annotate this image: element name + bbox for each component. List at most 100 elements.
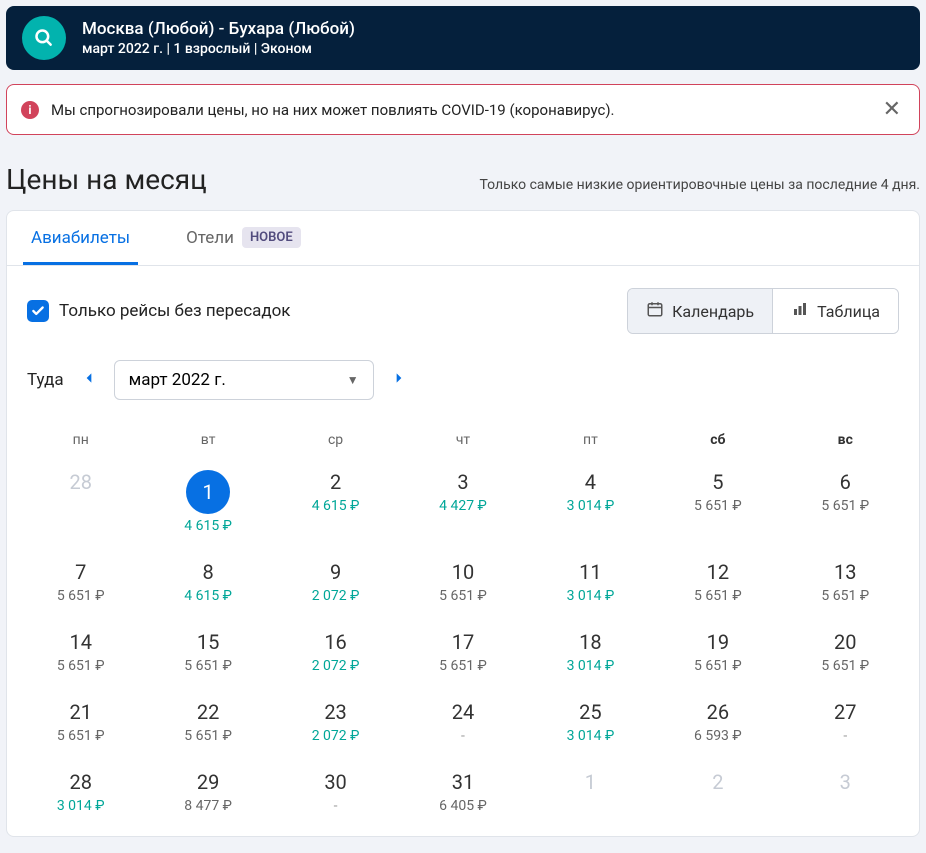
calendar-day-number: 2: [654, 770, 781, 794]
calendar-day-number: 11: [527, 560, 654, 584]
calendar-day-number: 18: [527, 630, 654, 654]
calendar-day-number: 29: [144, 770, 271, 794]
search-summary-header[interactable]: Москва (Любой) - Бухара (Любой) март 202…: [6, 6, 920, 70]
calendar-day-cell[interactable]: 14 615 ₽: [144, 458, 271, 548]
calendar-day-number: 3: [399, 470, 526, 494]
calendar-day-price: 5 651 ₽: [17, 588, 144, 604]
calendar-day-number: 4: [527, 470, 654, 494]
view-calendar-button[interactable]: Календарь: [628, 289, 773, 333]
next-month-button[interactable]: [388, 367, 410, 393]
calendar-day-number: 1: [186, 470, 230, 514]
direction-label: Туда: [27, 370, 64, 390]
calendar-day-price: -: [272, 798, 399, 814]
calendar-day-cell[interactable]: 3 4 427 ₽: [399, 458, 526, 548]
calendar-day-cell[interactable]: 30 -: [272, 758, 399, 828]
chevron-down-icon: ▼: [347, 373, 359, 387]
calendar-day-cell[interactable]: 26 6 593 ₽: [654, 688, 781, 758]
calendar-icon: [646, 300, 664, 322]
calendar-day-cell[interactable]: 125 651 ₽: [654, 548, 781, 618]
calendar-day-cell[interactable]: 22 5 651 ₽: [144, 688, 271, 758]
calendar-day-cell[interactable]: 113 014 ₽: [527, 548, 654, 618]
search-text-block: Москва (Любой) - Бухара (Любой) март 202…: [82, 19, 355, 57]
tab-flights-label: Авиабилеты: [31, 228, 130, 248]
calendar-day-price: 4 427 ₽: [399, 498, 526, 514]
calendar-day-cell[interactable]: 55 651 ₽: [654, 458, 781, 548]
direct-only-checkbox[interactable]: Только рейсы без пересадок: [27, 300, 291, 322]
tabs: Авиабилеты Отели НОВОЕ: [7, 211, 919, 266]
calendar-day-cell[interactable]: 18 3 014 ₽: [527, 618, 654, 688]
calendar-day-cell[interactable]: 253 014 ₽: [527, 688, 654, 758]
calendar-day-cell[interactable]: 6 5 651 ₽: [782, 458, 909, 548]
calendar-day-price: 3 014 ₽: [527, 498, 654, 514]
calendar-day-number: 15: [144, 630, 271, 654]
calendar-day-number: 30: [272, 770, 399, 794]
calendar-day-cell[interactable]: 232 072 ₽: [272, 688, 399, 758]
calendar-day-cell[interactable]: 298 477 ₽: [144, 758, 271, 828]
calendar-day-cell: 1: [527, 758, 654, 828]
calendar-day-price: 5 651 ₽: [782, 588, 909, 604]
calendar-dayname: ср: [272, 418, 399, 458]
calendar-day-cell[interactable]: 7 5 651 ₽: [17, 548, 144, 618]
calendar-day-number: 6: [782, 470, 909, 494]
calendar-day-cell[interactable]: 27-: [782, 688, 909, 758]
calendar-day-price: 4 615 ₽: [272, 498, 399, 514]
view-toggle: Календарь Таблица: [627, 288, 899, 334]
calendar-day-price: 5 651 ₽: [399, 658, 526, 674]
tab-flights[interactable]: Авиабилеты: [23, 211, 138, 265]
calendar-day-number: 26: [654, 700, 781, 724]
calendar-day-number: 28: [17, 770, 144, 794]
prev-month-button[interactable]: [78, 367, 100, 393]
calendar-day-price: 5 651 ₽: [782, 658, 909, 674]
month-select[interactable]: март 2022 г. ▼: [114, 360, 374, 400]
calendar-day-cell[interactable]: 84 615 ₽: [144, 548, 271, 618]
calendar-day-cell[interactable]: 31 6 405 ₽: [399, 758, 526, 828]
checkbox-label: Только рейсы без пересадок: [59, 301, 291, 321]
calendar-day-cell[interactable]: 13 5 651 ₽: [782, 548, 909, 618]
view-table-button[interactable]: Таблица: [773, 289, 898, 333]
calendar-day-cell[interactable]: 175 651 ₽: [399, 618, 526, 688]
tab-hotels[interactable]: Отели НОВОЕ: [178, 211, 309, 265]
calendar-day-price: 2 072 ₽: [272, 728, 399, 744]
calendar-day-number: 10: [399, 560, 526, 584]
calendar-day-cell[interactable]: 105 651 ₽: [399, 548, 526, 618]
calendar-day-price: 3 014 ₽: [527, 658, 654, 674]
calendar-day-cell[interactable]: 195 651 ₽: [654, 618, 781, 688]
calendar-day-price: 5 651 ₽: [17, 728, 144, 744]
calendar-day-number: 12: [654, 560, 781, 584]
calendar-day-number: 14: [17, 630, 144, 654]
calendar-day-cell[interactable]: 215 651 ₽: [17, 688, 144, 758]
calendar-day-price: 5 651 ₽: [144, 728, 271, 744]
alert-close-button[interactable]: ✕: [879, 97, 905, 122]
calendar-day-number: 27: [782, 700, 909, 724]
calendar-day-price: 5 651 ₽: [654, 658, 781, 674]
calendar-day-number: 1: [527, 770, 654, 794]
calendar-day-cell[interactable]: 24 615 ₽: [272, 458, 399, 548]
alert-text: Мы спрогнозировали цены, но на них может…: [51, 101, 867, 119]
calendar-day-number: 24: [399, 700, 526, 724]
calendar-day-number: 22: [144, 700, 271, 724]
calendar-day-cell[interactable]: 162 072 ₽: [272, 618, 399, 688]
calendar-day-cell[interactable]: 283 014 ₽: [17, 758, 144, 828]
close-icon: ✕: [883, 97, 901, 122]
calendar-day-price: 6 405 ₽: [399, 798, 526, 814]
calendar-day-cell: 3: [782, 758, 909, 828]
calendar-day-price: 5 651 ₽: [782, 498, 909, 514]
calendar-day-number: 31: [399, 770, 526, 794]
calendar-day-number: 3: [782, 770, 909, 794]
month-navigation: Туда март 2022 г. ▼: [7, 334, 919, 412]
calendar-day-cell[interactable]: 4 3 014 ₽: [527, 458, 654, 548]
checkbox-checked-icon: [27, 300, 49, 322]
calendar-day-number: 7: [17, 560, 144, 584]
calendar-day-cell[interactable]: 92 072 ₽: [272, 548, 399, 618]
calendar-day-cell[interactable]: 24-: [399, 688, 526, 758]
calendar-day-cell: 28: [17, 458, 144, 548]
calendar-dayname: пн: [17, 418, 144, 458]
bar-chart-icon: [791, 300, 809, 322]
view-calendar-label: Календарь: [672, 302, 754, 321]
calendar-day-cell[interactable]: 155 651 ₽: [144, 618, 271, 688]
calendar-day-price: 6 593 ₽: [654, 728, 781, 744]
tab-hotels-label: Отели: [186, 228, 234, 248]
calendar-day-number: 13: [782, 560, 909, 584]
calendar-day-cell[interactable]: 205 651 ₽: [782, 618, 909, 688]
calendar-day-cell[interactable]: 145 651 ₽: [17, 618, 144, 688]
